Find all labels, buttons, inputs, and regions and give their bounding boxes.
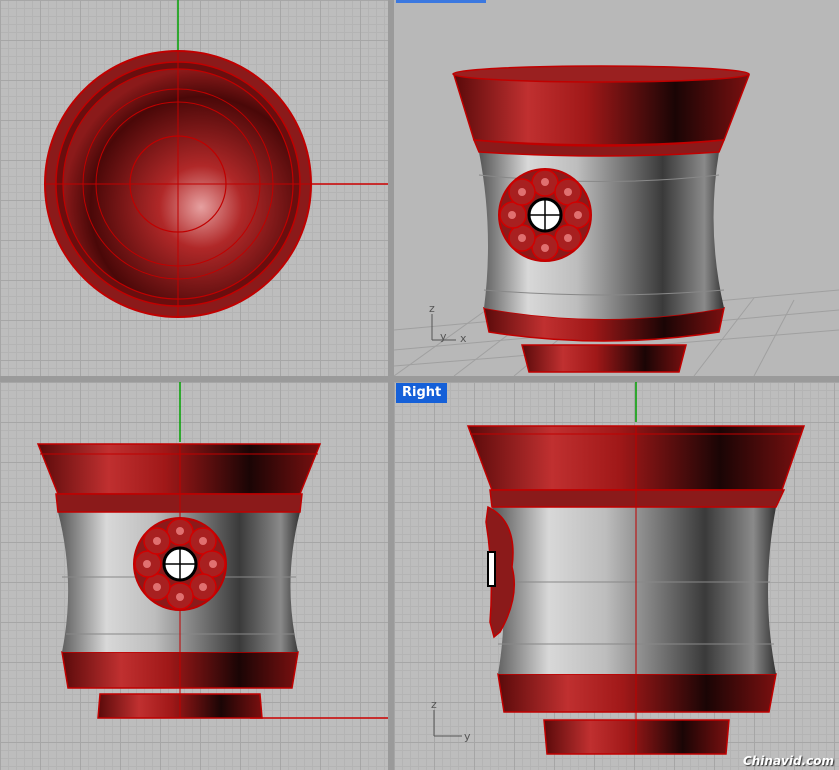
viewport-right[interactable]: z y Right Chinavid.com [394,382,839,770]
front-view-canvas [36,382,388,719]
axis-label-y: y [464,730,471,743]
axis-label-y: y [440,330,447,343]
right-view-canvas: z y [431,382,806,755]
axis-label-z: z [431,698,437,711]
perspective-canvas: z y x [394,65,839,376]
top-view-canvas [44,0,388,318]
viewport-front[interactable] [0,382,388,770]
cup-perspective [452,65,751,373]
viewport-perspective[interactable]: z y x [394,0,839,376]
cup-front [36,443,322,719]
axis-label-x: x [460,332,467,345]
axis-triad-right: z y [431,698,471,743]
cup-right [466,425,806,755]
viewport-top[interactable] [0,0,388,376]
cup-top-projection [44,50,312,318]
viewport-title-right[interactable]: Right [396,383,448,403]
watermark: Chinavid.com [742,754,834,768]
axis-label-z: z [429,302,435,315]
